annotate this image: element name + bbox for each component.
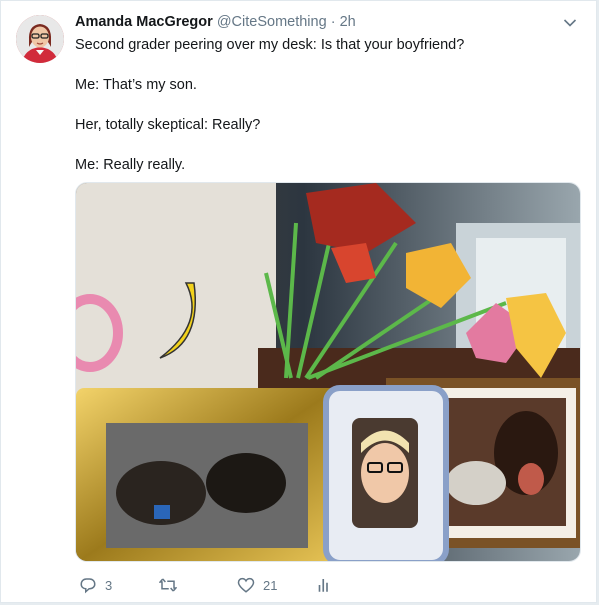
analytics-button[interactable] xyxy=(315,573,333,597)
retweet-button[interactable] xyxy=(159,573,185,597)
analytics-icon xyxy=(318,579,328,592)
tweet-card[interactable]: Amanda MacGregor @CiteSomething · 2h Sec… xyxy=(0,0,597,603)
chevron-down-icon[interactable] xyxy=(562,15,578,31)
reply-button[interactable]: 3 xyxy=(79,573,112,597)
reply-icon xyxy=(80,578,96,594)
tweet-text: Second grader peering over my desk: Is t… xyxy=(75,35,580,195)
author-handle[interactable]: @CiteSomething xyxy=(217,14,327,30)
retweet-icon xyxy=(159,578,177,592)
author-name[interactable]: Amanda MacGregor xyxy=(75,14,213,30)
tweet-actions: 3 21 xyxy=(75,573,375,597)
photo-illustration xyxy=(76,183,580,561)
tweet-photo[interactable] xyxy=(75,182,581,562)
tweet-paragraph: Her, totally skeptical: Really? xyxy=(75,117,261,133)
tweet-paragraph: Second grader peering over my desk: Is t… xyxy=(75,37,465,53)
tweet-paragraph: Me: Really really. xyxy=(75,157,186,173)
tweet-timestamp[interactable]: 2h xyxy=(340,14,356,30)
tweet-header: Amanda MacGregor @CiteSomething · 2h xyxy=(75,14,356,30)
like-icon xyxy=(237,577,255,593)
author-avatar[interactable] xyxy=(16,15,64,63)
separator-dot: · xyxy=(330,14,336,30)
reply-count: 3 xyxy=(105,577,113,593)
like-count: 21 xyxy=(263,577,278,593)
tweet-paragraph: Me: That’s my son. xyxy=(75,77,197,93)
like-button[interactable]: 21 xyxy=(237,573,277,597)
